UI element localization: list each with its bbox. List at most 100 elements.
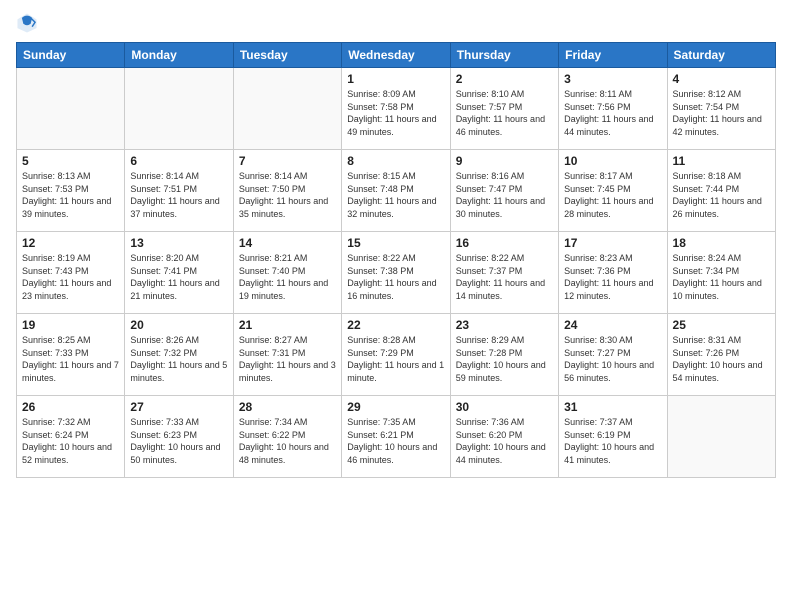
logo-icon	[16, 12, 38, 34]
calendar-cell: 27 Sunrise: 7:33 AM Sunset: 6:23 PM Dayli…	[125, 396, 233, 478]
calendar-cell: 22Sunrise: 8:28 AM Sunset: 7:29 PM Dayli…	[342, 314, 450, 396]
calendar-header-row: SundayMondayTuesdayWednesdayThursdayFrid…	[17, 43, 776, 68]
calendar-cell: 8 Sunrise: 8:15 AM Sunset: 7:48 PM Daylig…	[342, 150, 450, 232]
day-number: 20	[130, 318, 227, 332]
calendar-cell	[667, 396, 775, 478]
calendar-cell	[17, 68, 125, 150]
day-info: Sunrise: 8:22 AM Sunset: 7:37 PM Dayligh…	[456, 252, 553, 302]
day-number: 26	[22, 400, 119, 414]
day-info: Sunrise: 8:11 AM Sunset: 7:56 PM Dayligh…	[564, 88, 661, 138]
day-info: Sunrise: 7:37 AM Sunset: 6:19 PM Dayligh…	[564, 416, 661, 466]
col-header-sunday: Sunday	[17, 43, 125, 68]
day-info: Sunrise: 7:32 AM Sunset: 6:24 PM Dayligh…	[22, 416, 119, 466]
calendar-cell	[125, 68, 233, 150]
day-info: Sunrise: 8:21 AM Sunset: 7:40 PM Dayligh…	[239, 252, 336, 302]
day-info: Sunrise: 8:25 AM Sunset: 7:33 PM Dayligh…	[22, 334, 119, 384]
day-number: 30	[456, 400, 553, 414]
day-number: 5	[22, 154, 119, 168]
calendar-cell: 15 Sunrise: 8:22 AM Sunset: 7:38 PM Dayli…	[342, 232, 450, 314]
calendar-cell: 25 Sunrise: 8:31 AM Sunset: 7:26 PM Dayli…	[667, 314, 775, 396]
calendar-cell: 11Sunrise: 8:18 AM Sunset: 7:44 PM Dayli…	[667, 150, 775, 232]
day-info: Sunrise: 8:20 AM Sunset: 7:41 PM Dayligh…	[130, 252, 227, 302]
calendar-week-2: 12 Sunrise: 8:19 AM Sunset: 7:43 PM Dayli…	[17, 232, 776, 314]
day-number: 1	[347, 72, 444, 86]
calendar-cell: 14Sunrise: 8:21 AM Sunset: 7:40 PM Dayli…	[233, 232, 341, 314]
calendar-cell: 16 Sunrise: 8:22 AM Sunset: 7:37 PM Dayli…	[450, 232, 558, 314]
day-number: 19	[22, 318, 119, 332]
day-info: Sunrise: 8:26 AM Sunset: 7:32 PM Dayligh…	[130, 334, 227, 384]
calendar-cell: 29 Sunrise: 7:35 AM Sunset: 6:21 PM Dayli…	[342, 396, 450, 478]
day-info: Sunrise: 8:31 AM Sunset: 7:26 PM Dayligh…	[673, 334, 770, 384]
calendar-cell: 30 Sunrise: 7:36 AM Sunset: 6:20 PM Dayli…	[450, 396, 558, 478]
day-info: Sunrise: 8:14 AM Sunset: 7:51 PM Dayligh…	[130, 170, 227, 220]
day-number: 6	[130, 154, 227, 168]
header	[16, 12, 776, 34]
day-info: Sunrise: 7:33 AM Sunset: 6:23 PM Dayligh…	[130, 416, 227, 466]
day-number: 25	[673, 318, 770, 332]
calendar-cell: 17 Sunrise: 8:23 AM Sunset: 7:36 PM Dayli…	[559, 232, 667, 314]
day-number: 11	[673, 154, 770, 168]
calendar-week-0: 1 Sunrise: 8:09 AM Sunset: 7:58 PM Daylig…	[17, 68, 776, 150]
day-info: Sunrise: 7:34 AM Sunset: 6:22 PM Dayligh…	[239, 416, 336, 466]
day-number: 15	[347, 236, 444, 250]
col-header-wednesday: Wednesday	[342, 43, 450, 68]
calendar-cell: 24 Sunrise: 8:30 AM Sunset: 7:27 PM Dayli…	[559, 314, 667, 396]
day-info: Sunrise: 8:14 AM Sunset: 7:50 PM Dayligh…	[239, 170, 336, 220]
day-info: Sunrise: 8:22 AM Sunset: 7:38 PM Dayligh…	[347, 252, 444, 302]
day-number: 21	[239, 318, 336, 332]
calendar-cell: 9Sunrise: 8:16 AM Sunset: 7:47 PM Daylig…	[450, 150, 558, 232]
day-info: Sunrise: 8:15 AM Sunset: 7:48 PM Dayligh…	[347, 170, 444, 220]
calendar-table: SundayMondayTuesdayWednesdayThursdayFrid…	[16, 42, 776, 478]
calendar-cell: 21Sunrise: 8:27 AM Sunset: 7:31 PM Dayli…	[233, 314, 341, 396]
calendar-cell: 23 Sunrise: 8:29 AM Sunset: 7:28 PM Dayli…	[450, 314, 558, 396]
calendar-cell: 1 Sunrise: 8:09 AM Sunset: 7:58 PM Daylig…	[342, 68, 450, 150]
calendar-cell: 4 Sunrise: 8:12 AM Sunset: 7:54 PM Daylig…	[667, 68, 775, 150]
day-number: 24	[564, 318, 661, 332]
day-number: 23	[456, 318, 553, 332]
day-number: 28	[239, 400, 336, 414]
calendar-cell: 26 Sunrise: 7:32 AM Sunset: 6:24 PM Dayli…	[17, 396, 125, 478]
day-number: 16	[456, 236, 553, 250]
day-number: 29	[347, 400, 444, 414]
day-number: 10	[564, 154, 661, 168]
day-info: Sunrise: 8:16 AM Sunset: 7:47 PM Dayligh…	[456, 170, 553, 220]
calendar-week-3: 19 Sunrise: 8:25 AM Sunset: 7:33 PM Dayli…	[17, 314, 776, 396]
day-number: 4	[673, 72, 770, 86]
day-info: Sunrise: 8:09 AM Sunset: 7:58 PM Dayligh…	[347, 88, 444, 138]
day-number: 27	[130, 400, 227, 414]
calendar-cell: 2Sunrise: 8:10 AM Sunset: 7:57 PM Daylig…	[450, 68, 558, 150]
day-number: 31	[564, 400, 661, 414]
day-number: 7	[239, 154, 336, 168]
calendar-cell: 12 Sunrise: 8:19 AM Sunset: 7:43 PM Dayli…	[17, 232, 125, 314]
col-header-thursday: Thursday	[450, 43, 558, 68]
calendar-cell: 19 Sunrise: 8:25 AM Sunset: 7:33 PM Dayli…	[17, 314, 125, 396]
calendar-cell: 10Sunrise: 8:17 AM Sunset: 7:45 PM Dayli…	[559, 150, 667, 232]
col-header-saturday: Saturday	[667, 43, 775, 68]
calendar-cell: 7 Sunrise: 8:14 AM Sunset: 7:50 PM Daylig…	[233, 150, 341, 232]
calendar-cell: 28 Sunrise: 7:34 AM Sunset: 6:22 PM Dayli…	[233, 396, 341, 478]
day-number: 8	[347, 154, 444, 168]
col-header-tuesday: Tuesday	[233, 43, 341, 68]
day-number: 3	[564, 72, 661, 86]
logo	[16, 12, 38, 34]
day-number: 12	[22, 236, 119, 250]
day-info: Sunrise: 7:35 AM Sunset: 6:21 PM Dayligh…	[347, 416, 444, 466]
day-info: Sunrise: 8:12 AM Sunset: 7:54 PM Dayligh…	[673, 88, 770, 138]
day-info: Sunrise: 8:28 AM Sunset: 7:29 PM Dayligh…	[347, 334, 444, 384]
day-info: Sunrise: 7:36 AM Sunset: 6:20 PM Dayligh…	[456, 416, 553, 466]
calendar-cell: 6 Sunrise: 8:14 AM Sunset: 7:51 PM Daylig…	[125, 150, 233, 232]
day-number: 18	[673, 236, 770, 250]
calendar-cell	[233, 68, 341, 150]
day-info: Sunrise: 8:29 AM Sunset: 7:28 PM Dayligh…	[456, 334, 553, 384]
calendar-cell: 3 Sunrise: 8:11 AM Sunset: 7:56 PM Daylig…	[559, 68, 667, 150]
day-info: Sunrise: 8:10 AM Sunset: 7:57 PM Dayligh…	[456, 88, 553, 138]
day-info: Sunrise: 8:24 AM Sunset: 7:34 PM Dayligh…	[673, 252, 770, 302]
col-header-monday: Monday	[125, 43, 233, 68]
day-info: Sunrise: 8:23 AM Sunset: 7:36 PM Dayligh…	[564, 252, 661, 302]
day-info: Sunrise: 8:30 AM Sunset: 7:27 PM Dayligh…	[564, 334, 661, 384]
calendar-cell: 18 Sunrise: 8:24 AM Sunset: 7:34 PM Dayli…	[667, 232, 775, 314]
day-info: Sunrise: 8:19 AM Sunset: 7:43 PM Dayligh…	[22, 252, 119, 302]
calendar-cell: 13Sunrise: 8:20 AM Sunset: 7:41 PM Dayli…	[125, 232, 233, 314]
day-number: 17	[564, 236, 661, 250]
calendar-week-4: 26 Sunrise: 7:32 AM Sunset: 6:24 PM Dayli…	[17, 396, 776, 478]
